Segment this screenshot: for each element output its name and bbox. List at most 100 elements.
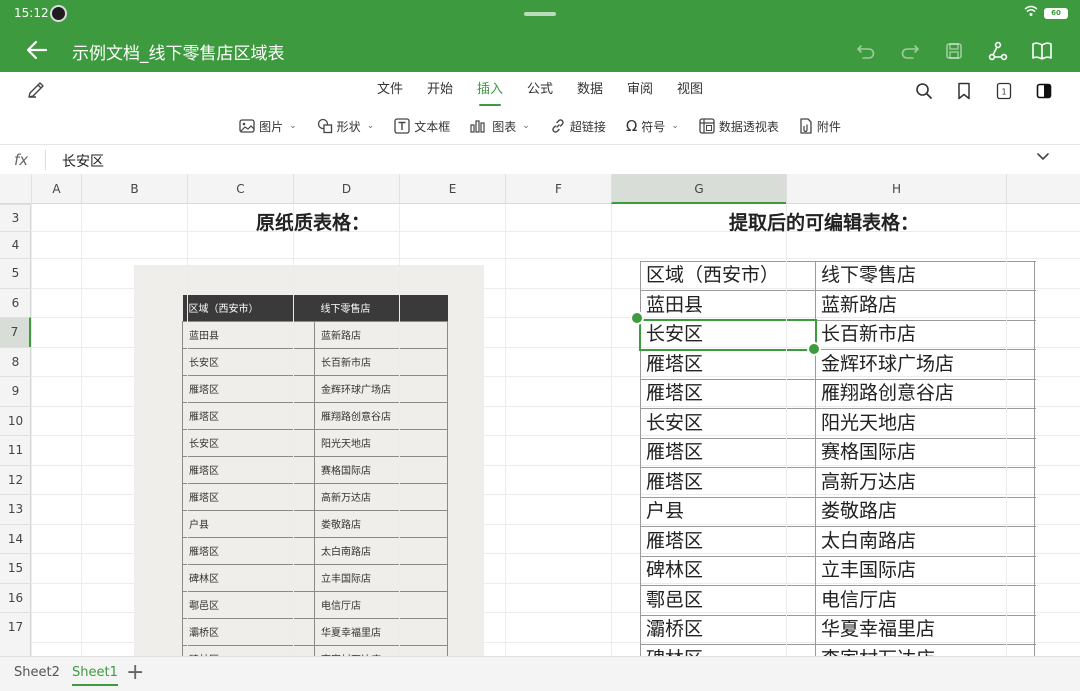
- insert-pivot-button[interactable]: 数据透视表: [699, 110, 779, 142]
- tab-formula[interactable]: 公式: [515, 72, 565, 110]
- bookmark-button[interactable]: [944, 78, 984, 104]
- row-header-15[interactable]: 15: [0, 553, 31, 583]
- row-header-17[interactable]: 17: [0, 612, 31, 642]
- cell-store[interactable]: 娄敬路店: [815, 497, 1035, 527]
- undo-button[interactable]: [844, 36, 888, 66]
- column-header-h[interactable]: H: [786, 174, 1006, 204]
- tab-view[interactable]: 视图: [665, 72, 715, 110]
- row-header-8[interactable]: 8: [0, 346, 31, 377]
- save-icon: [946, 43, 962, 59]
- add-sheet-button[interactable]: +: [126, 660, 144, 685]
- tab-data[interactable]: 数据: [565, 72, 615, 110]
- cell-store[interactable]: 线下零售店: [815, 261, 1035, 291]
- cell-region[interactable]: 碑林区: [640, 644, 815, 656]
- reading-mode-button[interactable]: [1020, 36, 1064, 66]
- tab-review[interactable]: 审阅: [615, 72, 665, 110]
- row-header-7[interactable]: 7: [0, 317, 31, 347]
- insert-textbox-button[interactable]: 文本框: [394, 110, 450, 142]
- row-header-9[interactable]: 9: [0, 376, 31, 406]
- paper-cell-region: 雁塔区: [182, 455, 315, 484]
- save-button[interactable]: [932, 36, 976, 66]
- tab-insert[interactable]: 插入: [465, 72, 515, 110]
- row-header-3[interactable]: 3: [0, 204, 31, 231]
- cell-region[interactable]: 雁塔区: [640, 379, 815, 409]
- cell-store[interactable]: 李家村万达店: [815, 644, 1035, 656]
- title-actions: [844, 36, 1064, 66]
- paper-table-row: 雁塔区 赛格国际店: [182, 455, 448, 484]
- selection-handle-end[interactable]: [807, 342, 821, 356]
- image-icon: [239, 119, 255, 133]
- sheet-tab-sheet1[interactable]: Sheet1: [72, 665, 118, 686]
- paper-cell-region: 雁塔区: [182, 536, 315, 565]
- row-header-11[interactable]: 11: [0, 435, 31, 465]
- cell-region[interactable]: 蓝田县: [640, 290, 815, 321]
- paper-cell-store: 阳光天地店: [314, 428, 448, 457]
- page-count-button[interactable]: 1: [984, 78, 1024, 104]
- cell-region[interactable]: 雁塔区: [640, 349, 815, 380]
- cell-store[interactable]: 华夏幸福里店: [815, 615, 1035, 645]
- row-header-12[interactable]: 12: [0, 464, 31, 495]
- column-header-e[interactable]: E: [399, 174, 505, 204]
- cell-store[interactable]: 电信厅店: [815, 585, 1035, 616]
- cell-region[interactable]: 碑林区: [640, 556, 815, 586]
- row-header-5[interactable]: 5: [0, 258, 31, 288]
- camera-icon: [50, 5, 67, 22]
- cell-region[interactable]: 长安区: [640, 408, 815, 439]
- paper-cell-store: 赛格国际店: [314, 455, 448, 484]
- cell-region[interactable]: 雁塔区: [640, 467, 815, 498]
- insert-image-button[interactable]: 图片 ⌄: [239, 110, 297, 142]
- grid-line: [505, 204, 506, 656]
- paper-cell-region: 灞桥区: [182, 617, 315, 646]
- cell-area[interactable]: 原纸质表格： 提取后的可编辑表格： 区域（西安市） 线下零售店 蓝田县 蓝新路店长…: [31, 204, 1080, 656]
- insert-symbol-button[interactable]: Ω 符号 ⌄: [626, 110, 679, 142]
- column-header-f[interactable]: F: [505, 174, 611, 204]
- cell-store[interactable]: 长百新市店: [815, 320, 1035, 350]
- column-header-overflow: [1006, 174, 1080, 204]
- cell-region[interactable]: 户县: [640, 497, 815, 527]
- search-button[interactable]: [904, 78, 944, 104]
- cell-store[interactable]: 立丰国际店: [815, 556, 1035, 586]
- insert-link-button[interactable]: 超链接: [550, 110, 606, 142]
- formula-input[interactable]: 长安区: [62, 151, 104, 171]
- cell-store[interactable]: 雁翔路创意谷店: [815, 379, 1035, 409]
- row-header-4[interactable]: 4: [0, 231, 31, 258]
- column-header-a[interactable]: A: [31, 174, 81, 204]
- cell-selection[interactable]: [639, 319, 817, 351]
- row-header-10[interactable]: 10: [0, 405, 31, 436]
- paper-table-row: 碑林区李家村万达店: [182, 644, 448, 656]
- panel-toggle-button[interactable]: [1024, 78, 1064, 104]
- column-header-d[interactable]: D: [293, 174, 399, 204]
- row-header-14[interactable]: 14: [0, 523, 31, 554]
- insert-attachment-button[interactable]: 附件: [799, 110, 841, 142]
- drag-handle[interactable]: [524, 12, 556, 16]
- share-button[interactable]: [976, 36, 1020, 66]
- cell-store[interactable]: 阳光天地店: [815, 408, 1035, 439]
- cell-store[interactable]: 赛格国际店: [815, 438, 1035, 468]
- cell-region[interactable]: 区域（西安市）: [640, 261, 815, 291]
- cell-region[interactable]: 雁塔区: [640, 526, 815, 557]
- selection-handle-start[interactable]: [630, 311, 644, 325]
- sheet-tab-sheet2[interactable]: Sheet2: [14, 665, 60, 680]
- column-header-g[interactable]: G: [611, 174, 786, 204]
- cell-store[interactable]: 蓝新路店: [815, 290, 1035, 321]
- cell-region[interactable]: 雁塔区: [640, 438, 815, 468]
- back-button[interactable]: [26, 34, 54, 66]
- fx-label[interactable]: fx: [14, 151, 28, 169]
- cell-region[interactable]: 鄠邑区: [640, 585, 815, 616]
- column-header-c[interactable]: C: [187, 174, 293, 204]
- insert-chart-button[interactable]: 图表 ⌄: [470, 110, 530, 142]
- cell-region[interactable]: 灞桥区: [640, 615, 815, 645]
- cell-store[interactable]: 金辉环球广场店: [815, 349, 1035, 380]
- tab-home[interactable]: 开始: [415, 72, 465, 110]
- cell-store[interactable]: 太白南路店: [815, 526, 1035, 557]
- row-header-13[interactable]: 13: [0, 494, 31, 524]
- column-header-b[interactable]: B: [81, 174, 187, 204]
- row-header-16[interactable]: 16: [0, 582, 31, 613]
- cell-store[interactable]: 高新万达店: [815, 467, 1035, 498]
- redo-button[interactable]: [888, 36, 932, 66]
- insert-shape-button[interactable]: 形状 ⌄: [317, 110, 374, 142]
- tab-file[interactable]: 文件: [365, 72, 415, 110]
- pivot-icon: [699, 118, 715, 134]
- row-header-6[interactable]: 6: [0, 287, 31, 318]
- chevron-down-icon[interactable]: [1036, 151, 1050, 165]
